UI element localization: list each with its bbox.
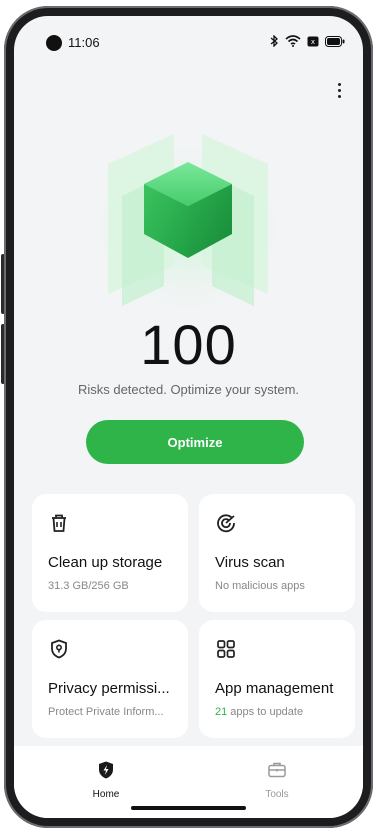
card-title: App management (215, 680, 334, 697)
front-camera (46, 35, 62, 51)
status-bar: 11:06 x (14, 16, 363, 60)
card-title: Clean up storage (48, 554, 163, 571)
optimize-button[interactable]: Optimize (86, 420, 304, 464)
hero-illustration (14, 116, 363, 336)
card-subtitle: 21 apps to update (215, 706, 347, 718)
shield-bolt-icon (96, 760, 116, 785)
card-privacy-permissions[interactable]: Privacy permissi... Protect Private Info… (32, 620, 188, 738)
update-text: apps to update (227, 706, 304, 718)
nav-tools[interactable]: Tools (232, 760, 322, 800)
svg-text:x: x (311, 38, 315, 46)
toolbox-icon (267, 760, 287, 785)
update-count: 21 (215, 706, 228, 718)
risk-message: Risks detected. Optimize your system. (77, 382, 300, 397)
screen: 11:06 x 100 Risks detected. Optimize you… (14, 16, 363, 818)
card-virus-scan[interactable]: Virus scan No malicious apps (199, 494, 355, 612)
bluetooth-icon (269, 34, 279, 52)
grid-icon (215, 638, 237, 660)
home-indicator[interactable] (131, 806, 246, 810)
card-app-management[interactable]: App management 21 apps to update (199, 620, 355, 738)
more-options-button[interactable] (329, 78, 349, 102)
status-time: 11:06 (68, 35, 100, 50)
radar-icon (215, 512, 237, 534)
card-subtitle: 31.3 GB/256 GB (48, 580, 129, 592)
sim-icon: x (307, 34, 319, 52)
card-clean-up-storage[interactable]: Clean up storage 31.3 GB/256 GB (32, 494, 188, 612)
card-title: Virus scan (215, 554, 285, 571)
trash-icon (48, 512, 70, 534)
card-subtitle: No malicious apps (215, 580, 305, 592)
wifi-icon (285, 34, 301, 52)
phone-frame: 11:06 x 100 Risks detected. Optimize you… (0, 0, 377, 832)
card-subtitle: Protect Private Inform... (48, 706, 164, 718)
card-title: Privacy permissi... (48, 680, 170, 697)
risk-score: 100 (140, 313, 237, 376)
status-icons: x (269, 34, 345, 52)
nav-home[interactable]: Home (61, 760, 151, 800)
nav-home-label: Home (92, 789, 120, 800)
shield-lock-icon (48, 638, 70, 660)
battery-icon (325, 34, 345, 52)
nav-tools-label: Tools (265, 789, 289, 800)
